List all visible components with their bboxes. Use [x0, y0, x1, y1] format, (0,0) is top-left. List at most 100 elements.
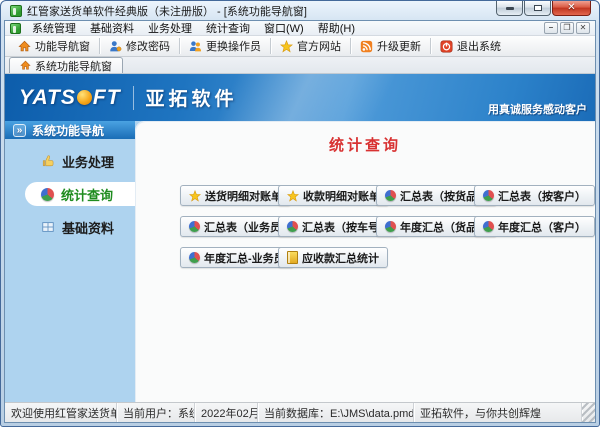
body-area: » 系统功能导航 业务处理 统计查询 基础资料 统计查询 送货明细对账单 收款明…: [5, 121, 595, 402]
pie-chart-icon: [385, 190, 396, 201]
minimize-icon: [505, 6, 514, 10]
chevron-double-icon: »: [13, 123, 26, 137]
sidebar-item-statistics[interactable]: 统计查询: [25, 182, 135, 206]
pie-chart-icon: [287, 221, 298, 232]
mdi-close-button[interactable]: ✕: [576, 22, 590, 34]
brand-banner: YATS FT 亚拓软件 用真诚服务感动客户: [5, 74, 595, 121]
function-button-label: 应收款汇总统计: [302, 252, 379, 265]
maximize-icon: [533, 5, 542, 11]
window-title: 红管家送货单软件经典版（未注册版） - [系统功能导航窗]: [27, 5, 307, 18]
toolbar-button-label: 升级更新: [377, 41, 421, 53]
menu-business[interactable]: 业务处理: [141, 21, 199, 35]
yatsoft-logo: YATS FT: [19, 86, 121, 110]
sidebar: » 系统功能导航 业务处理 统计查询 基础资料: [5, 121, 135, 402]
mdi-restore-button[interactable]: ❐: [560, 22, 574, 34]
function-button-label: 汇总表（按客户）: [498, 190, 586, 203]
menu-bar: 系统管理 基础资料 业务处理 统计查询 窗口(W) 帮助(H) – ❐ ✕: [5, 21, 595, 36]
book-icon: [287, 251, 298, 264]
status-database-path: 当前数据库：E:\JMS\data.pmd: [258, 403, 414, 422]
close-button[interactable]: ✕: [552, 1, 591, 16]
logo-ball-icon: [76, 90, 92, 105]
tab-row: 系统功能导航窗: [5, 57, 595, 74]
status-current-user: 当前用户：系统管理员: [117, 403, 195, 422]
sidebar-header-label: 系统功能导航: [32, 123, 105, 138]
menu-help[interactable]: 帮助(H): [311, 21, 362, 35]
function-button-label: 送货明细对账单: [205, 190, 282, 203]
power-icon: [440, 39, 453, 53]
page-title: 统计查询: [328, 137, 401, 154]
users-icon: [189, 40, 202, 51]
annual-summary-customer-button[interactable]: 年度汇总（客户）: [474, 216, 595, 237]
menu-window[interactable]: 窗口(W): [257, 21, 311, 35]
main-content: 统计查询 送货明细对账单 收款明细对账单 汇总表（按货品） 汇总表（按客户） 汇…: [135, 121, 595, 402]
delivery-detail-statement-button[interactable]: 送货明细对账单: [180, 185, 291, 206]
home-icon: [18, 40, 31, 51]
status-bar: 欢迎使用红管家送货单软件 当前用户：系统管理员 2022年02月08日 当前数据…: [5, 402, 595, 422]
toolbar-button-label: 功能导航窗: [35, 41, 90, 53]
sidebar-item-business[interactable]: 业务处理: [5, 149, 135, 173]
toolbar-button-label: 修改密码: [126, 41, 170, 53]
tab-system-nav-window[interactable]: 系统功能导航窗: [9, 57, 123, 73]
star-icon: [280, 39, 293, 52]
menu-statistics[interactable]: 统计查询: [199, 21, 257, 35]
close-icon: ✕: [567, 2, 576, 13]
function-button-grid: 送货明细对账单 收款明细对账单 汇总表（按货品） 汇总表（按客户） 汇总表（业务…: [180, 185, 595, 268]
toolbar-official-website-button[interactable]: 官方网站: [271, 36, 350, 56]
window-controls: ✕: [495, 1, 591, 16]
pie-chart-icon: [189, 221, 200, 232]
resize-grip[interactable]: [582, 403, 595, 422]
logo-text-suffix: FT: [92, 85, 121, 109]
app-window: 红管家送货单软件经典版（未注册版） - [系统功能导航窗] ✕ 系统管理 基础资…: [0, 0, 600, 427]
toolbar-exit-button[interactable]: 退出系统: [431, 36, 510, 56]
minimize-button[interactable]: [496, 1, 523, 16]
function-button-label: 收款明细对账单: [303, 190, 380, 203]
pie-chart-icon: [385, 221, 396, 232]
rss-icon: [360, 39, 373, 53]
toolbar-button-label: 官方网站: [297, 41, 341, 53]
title-bar[interactable]: 红管家送货单软件经典版（未注册版） - [系统功能导航窗] ✕: [4, 1, 596, 20]
pie-chart-icon: [41, 187, 54, 201]
sidebar-item-base-data[interactable]: 基础资料: [5, 215, 135, 239]
toolbar: 功能导航窗 修改密码 更换操作员 官方网站 升级更新 退出系统: [5, 36, 595, 57]
sidebar-item-label: 业务处理: [62, 154, 115, 170]
annual-summary-salesman-button[interactable]: 年度汇总-业务员: [180, 247, 294, 268]
toolbar-button-label: 退出系统: [457, 41, 501, 53]
receivables-summary-button[interactable]: 应收款汇总统计: [278, 247, 388, 268]
status-date: 2022年02月08日: [195, 403, 258, 422]
status-welcome: 欢迎使用红管家送货单软件: [5, 403, 117, 422]
home-icon: [20, 60, 31, 70]
status-company-slogan: 亚拓软件，与你共创辉煌: [414, 403, 582, 422]
pie-chart-icon: [189, 252, 200, 263]
brand-name: 亚拓软件: [145, 89, 238, 110]
star-icon: [287, 189, 299, 201]
brand-slogan: 用真诚服务感动客户: [488, 104, 587, 116]
child-window-icon: [10, 22, 21, 34]
sidebar-item-label: 统计查询: [61, 187, 114, 203]
tab-label: 系统功能导航窗: [35, 60, 112, 73]
pie-chart-icon: [483, 190, 494, 201]
user-key-icon: [109, 40, 122, 52]
toolbar-button-label: 更换操作员: [206, 41, 261, 53]
sidebar-item-label: 基础资料: [62, 220, 115, 236]
maximize-button[interactable]: [524, 1, 551, 16]
toolbar-upgrade-button[interactable]: 升级更新: [351, 36, 430, 56]
sidebar-nav-list: 业务处理 统计查询 基础资料: [5, 149, 135, 239]
sidebar-header[interactable]: » 系统功能导航: [5, 121, 135, 139]
star-icon: [189, 189, 201, 201]
toolbar-nav-window-button[interactable]: 功能导航窗: [9, 36, 99, 56]
pie-chart-icon: [483, 221, 494, 232]
mdi-window-controls: – ❐ ✕: [544, 22, 592, 34]
function-button-label: 年度汇总-业务员: [204, 252, 285, 265]
payment-detail-statement-button[interactable]: 收款明细对账单: [278, 185, 389, 206]
menu-base-data[interactable]: 基础资料: [83, 21, 141, 35]
toolbar-switch-operator-button[interactable]: 更换操作员: [180, 36, 270, 56]
toolbar-change-password-button[interactable]: 修改密码: [100, 36, 179, 56]
menu-system[interactable]: 系统管理: [25, 21, 83, 35]
client-area: 系统管理 基础资料 业务处理 统计查询 窗口(W) 帮助(H) – ❐ ✕ 功能…: [4, 20, 596, 423]
hand-icon: [42, 155, 54, 167]
app-logo-icon: [10, 4, 22, 17]
summary-by-customer-button[interactable]: 汇总表（按客户）: [474, 185, 595, 206]
logo-text-prefix: YATS: [19, 85, 76, 109]
grid-icon: [42, 222, 54, 232]
mdi-minimize-button[interactable]: –: [544, 22, 558, 34]
